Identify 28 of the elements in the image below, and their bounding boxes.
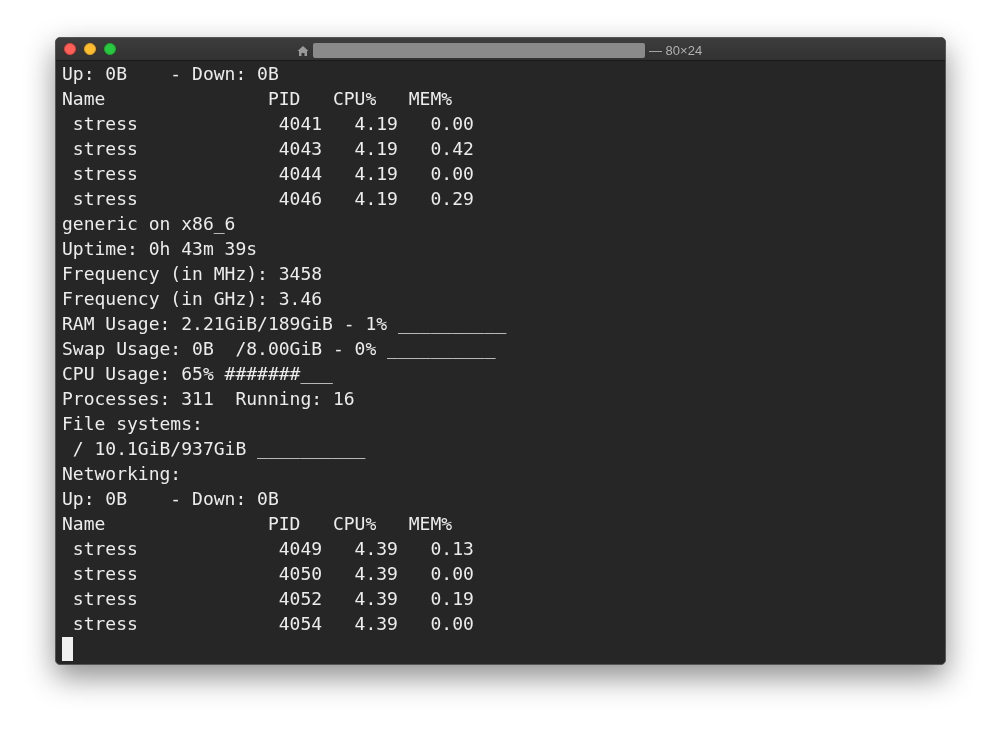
terminal-line: stress 4049 4.39 0.13: [71, 538, 474, 559]
terminal-line: Up: 0B - Down: 0B: [62, 488, 279, 509]
terminal-line: Frequency (in GHz): 3.46: [62, 288, 323, 309]
terminal-line: stress 4046 4.19 0.29: [71, 188, 474, 209]
terminal-line: Processes: 311 Running: 16: [62, 388, 355, 409]
minimize-button[interactable]: [84, 43, 96, 55]
terminal-line: stress 4044 4.19 0.00: [71, 163, 474, 184]
terminal-line: generic on x86_6: [62, 213, 236, 234]
terminal-line: / 10.1GiB/937GiB __________: [71, 438, 366, 459]
zoom-button[interactable]: [104, 43, 116, 55]
terminal-line: Networking:: [62, 463, 182, 484]
home-icon: [297, 44, 309, 57]
terminal-line: File systems:: [62, 413, 203, 434]
close-button[interactable]: [64, 43, 76, 55]
terminal-line: stress 4050 4.39 0.00: [71, 563, 474, 584]
terminal-line: Name PID CPU% MEM%: [62, 513, 453, 534]
terminal-line: Up: 0B - Down: 0B: [62, 63, 279, 84]
terminal-line: Frequency (in MHz): 3458: [62, 263, 323, 284]
terminal-line: stress 4054 4.39 0.00: [71, 613, 474, 634]
terminal-line: RAM Usage: 2.21GiB/189GiB - 1% __________: [62, 313, 507, 334]
terminal-line: Swap Usage: 0B /8.00GiB - 0% __________: [62, 338, 496, 359]
terminal-line: Name PID CPU% MEM%: [62, 88, 453, 109]
terminal-line: stress 4043 4.19 0.42: [71, 138, 474, 159]
terminal-line: Uptime: 0h 43m 39s: [62, 238, 258, 259]
terminal-line: stress 4041 4.19 0.00: [71, 113, 474, 134]
terminal-line: CPU Usage: 65% #######___: [62, 363, 333, 384]
window-title: — 80×24: [649, 42, 703, 60]
terminal-line: stress 4052 4.39 0.19: [71, 588, 474, 609]
